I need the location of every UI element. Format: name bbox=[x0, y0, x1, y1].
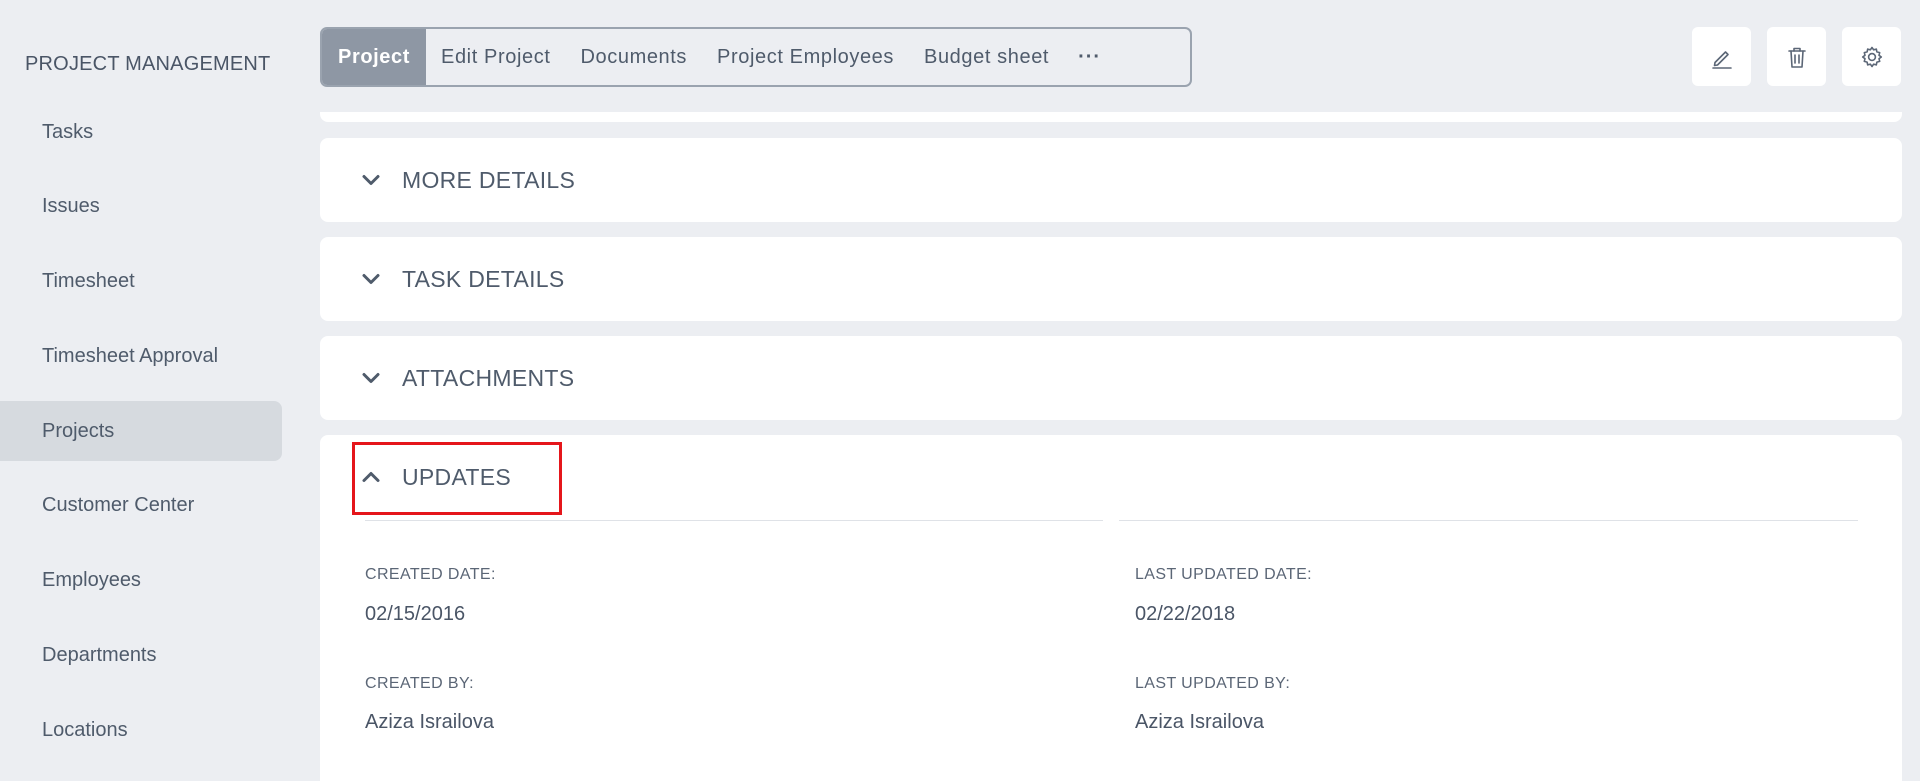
sidebar: PROJECT MANAGEMENT Tasks Issues Timeshee… bbox=[0, 0, 290, 781]
chevron-up-icon bbox=[362, 472, 380, 482]
sidebar-item-timesheet-approval[interactable]: Timesheet Approval bbox=[0, 326, 282, 386]
tab-edit-project[interactable]: Edit Project bbox=[426, 29, 565, 85]
sidebar-item-projects[interactable]: Projects bbox=[0, 401, 282, 461]
section-title: MORE DETAILS bbox=[402, 166, 576, 193]
created-date-value: 02/15/2016 bbox=[365, 603, 466, 625]
sidebar-item-customer-center[interactable]: Customer Center bbox=[0, 475, 282, 535]
section-more-details: MORE DETAILS bbox=[320, 138, 1902, 222]
section-title: UPDATES bbox=[402, 463, 512, 490]
sidebar-item-tasks[interactable]: Tasks bbox=[0, 102, 282, 162]
created-by-label: CREATED BY: bbox=[365, 675, 475, 692]
sidebar-item-employees[interactable]: Employees bbox=[0, 550, 282, 610]
sidebar-title: PROJECT MANAGEMENT bbox=[25, 53, 271, 75]
pencil-icon bbox=[1711, 50, 1732, 69]
sidebar-item-departments[interactable]: Departments bbox=[0, 625, 282, 685]
section-header-updates[interactable]: UPDATES bbox=[360, 435, 511, 519]
tab-documents[interactable]: Documents bbox=[565, 29, 702, 85]
previous-card-edge bbox=[320, 112, 1902, 122]
last-updated-date-value: 02/22/2018 bbox=[1135, 603, 1236, 625]
tab-more[interactable]: ··· bbox=[1064, 29, 1115, 85]
chevron-down-icon bbox=[362, 373, 380, 383]
project-tabbar: Project Edit Project Documents Project E… bbox=[320, 27, 1192, 87]
divider-left bbox=[365, 520, 1103, 521]
settings-button[interactable] bbox=[1842, 27, 1901, 86]
section-attachments: ATTACHMENTS bbox=[320, 336, 1902, 420]
created-by-value: Aziza Israilova bbox=[365, 711, 494, 733]
last-updated-by-value: Aziza Israilova bbox=[1135, 711, 1264, 733]
section-header-task-details[interactable]: TASK DETAILS bbox=[360, 237, 565, 321]
chevron-down-icon bbox=[362, 274, 380, 284]
sidebar-item-locations[interactable]: Locations bbox=[0, 700, 282, 760]
delete-button[interactable] bbox=[1767, 27, 1826, 86]
tab-budget-sheet[interactable]: Budget sheet bbox=[909, 29, 1064, 85]
tab-project-employees[interactable]: Project Employees bbox=[702, 29, 909, 85]
last-updated-by-label: LAST UPDATED BY: bbox=[1135, 675, 1291, 692]
section-updates: UPDATES bbox=[320, 435, 1902, 781]
section-header-attachments[interactable]: ATTACHMENTS bbox=[360, 336, 574, 420]
created-date-label: CREATED DATE: bbox=[365, 566, 496, 583]
section-header-more-details[interactable]: MORE DETAILS bbox=[360, 138, 575, 222]
edit-button[interactable] bbox=[1692, 27, 1751, 86]
last-updated-date-label: LAST UPDATED DATE: bbox=[1135, 566, 1313, 583]
section-title: ATTACHMENTS bbox=[402, 364, 575, 391]
section-title: TASK DETAILS bbox=[402, 265, 565, 292]
sidebar-item-issues[interactable]: Issues bbox=[0, 176, 282, 236]
chevron-down-icon bbox=[362, 175, 380, 185]
sidebar-item-timesheet[interactable]: Timesheet bbox=[0, 251, 282, 311]
section-task-details: TASK DETAILS bbox=[320, 237, 1902, 321]
tab-project[interactable]: Project bbox=[322, 29, 427, 85]
trash-icon bbox=[1787, 47, 1806, 68]
gear-icon bbox=[1861, 46, 1882, 67]
divider-right bbox=[1119, 520, 1858, 521]
